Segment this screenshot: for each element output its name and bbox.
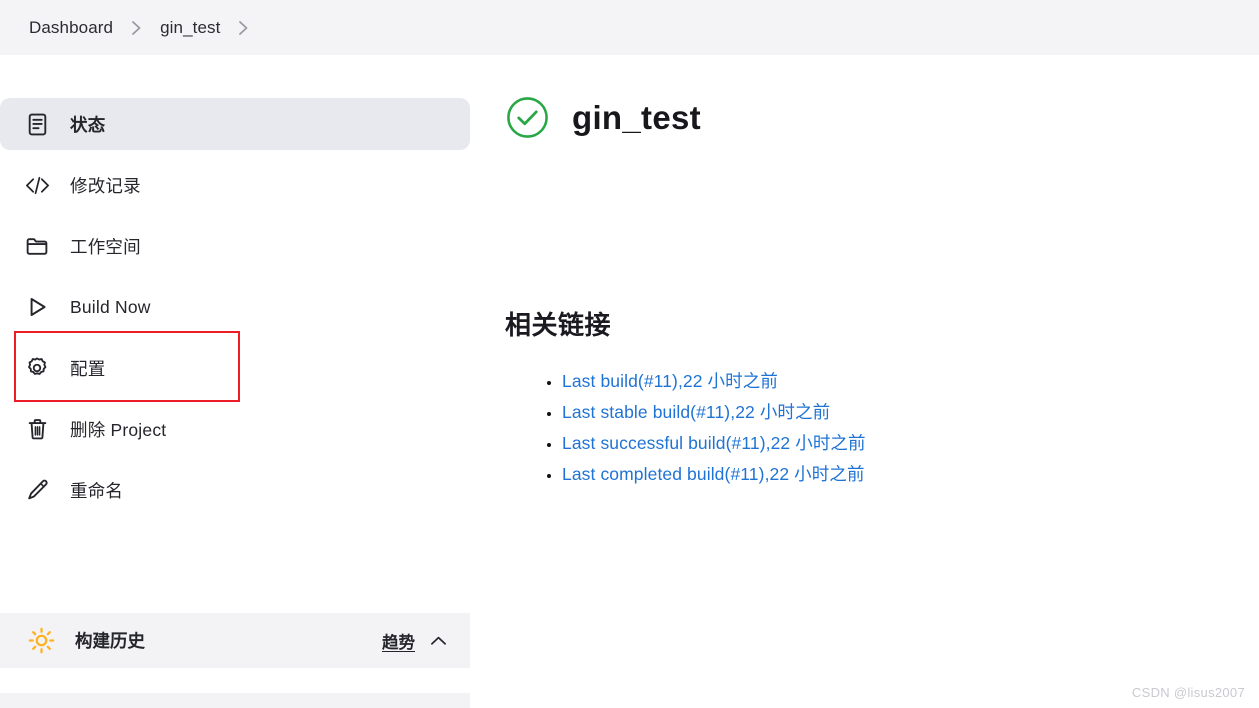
- chevron-right-icon-2[interactable]: [228, 20, 259, 36]
- sidebar-item-label: 状态: [70, 114, 106, 135]
- sidebar-item-label: 修改记录: [70, 175, 141, 196]
- sidebar-item-label: 删除 Project: [70, 419, 167, 440]
- list-item: Last build(#11),22 小时之前: [562, 368, 1259, 393]
- check-circle-icon: [505, 95, 550, 140]
- sidebar-item-label: 配置: [70, 358, 106, 379]
- sidebar: 状态 修改记录 工作空间 Build Now 配置 删除 Project 重命名…: [0, 55, 470, 708]
- chevron-right-icon: [121, 20, 152, 36]
- build-trend-link[interactable]: 趋势: [382, 629, 415, 653]
- document-icon: [22, 109, 52, 139]
- job-header: gin_test: [505, 95, 1259, 140]
- gear-icon: [22, 353, 52, 383]
- pencil-icon: [22, 475, 52, 505]
- watermark: CSDN @lisus2007: [1131, 685, 1245, 700]
- page-title: gin_test: [572, 98, 701, 136]
- breadcrumb-item-gin-test[interactable]: gin_test: [154, 16, 226, 40]
- build-history-title: 构建历史: [75, 631, 145, 651]
- sidebar-item-rename[interactable]: 重命名: [0, 464, 470, 516]
- build-history-panel: 构建历史 趋势: [0, 613, 470, 668]
- related-links-list: Last build(#11),22 小时之前 Last stable buil…: [505, 368, 1259, 486]
- page-body: 状态 修改记录 工作空间 Build Now 配置 删除 Project 重命名…: [0, 55, 1259, 708]
- sidebar-item-label: Build Now: [70, 296, 151, 317]
- list-item: Last successful build(#11),22 小时之前: [562, 430, 1259, 455]
- sun-icon: [28, 627, 55, 654]
- list-item: Last completed build(#11),22 小时之前: [562, 461, 1259, 486]
- last-completed-build-link[interactable]: Last completed build(#11),22 小时之前: [562, 464, 865, 484]
- sidebar-item-build-now[interactable]: Build Now: [0, 281, 470, 333]
- sidebar-item-status[interactable]: 状态: [0, 98, 470, 150]
- last-build-link[interactable]: Last build(#11),22 小时之前: [562, 371, 778, 391]
- sidebar-item-changes[interactable]: 修改记录: [0, 159, 470, 211]
- trash-icon: [22, 414, 52, 444]
- play-triangle-icon: [22, 292, 52, 322]
- sidebar-item-label: 工作空间: [70, 236, 141, 257]
- sidebar-task-list: 状态 修改记录 工作空间 Build Now 配置 删除 Project 重命名: [0, 98, 470, 516]
- sidebar-item-workspace[interactable]: 工作空间: [0, 220, 470, 272]
- last-stable-build-link[interactable]: Last stable build(#11),22 小时之前: [562, 402, 830, 422]
- atom-feed-panel: Atom feed 全部 Atom feed 失败: [0, 693, 470, 708]
- main-content: gin_test 相关链接 Last build(#11),22 小时之前 La…: [470, 55, 1259, 708]
- last-successful-build-link[interactable]: Last successful build(#11),22 小时之前: [562, 433, 866, 453]
- list-item: Last stable build(#11),22 小时之前: [562, 399, 1259, 424]
- breadcrumb: Dashboard gin_test: [0, 0, 1259, 55]
- code-brackets-icon: [22, 170, 52, 200]
- sidebar-item-configure[interactable]: 配置: [0, 342, 470, 394]
- breadcrumb-item-dashboard[interactable]: Dashboard: [23, 16, 119, 40]
- sidebar-item-delete-project[interactable]: 删除 Project: [0, 403, 470, 455]
- related-links-heading: 相关链接: [505, 310, 612, 340]
- sidebar-item-label: 重命名: [70, 480, 124, 501]
- chevron-up-icon[interactable]: [429, 633, 448, 648]
- folder-icon: [22, 231, 52, 261]
